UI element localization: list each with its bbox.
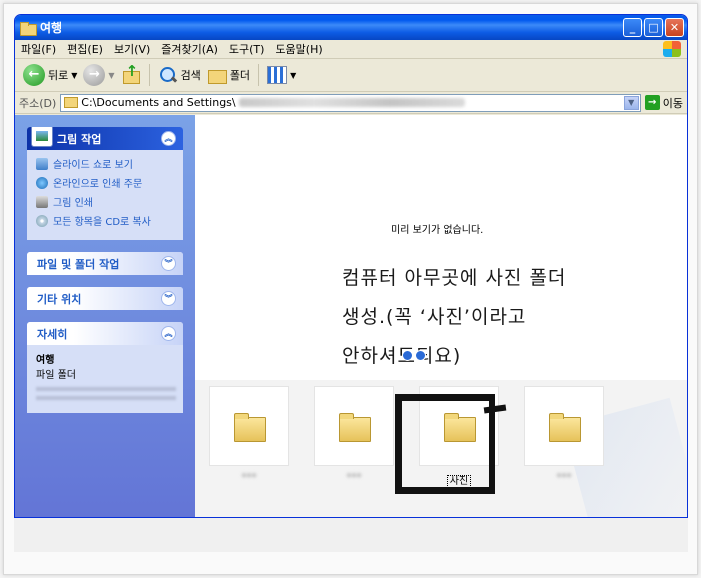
slideshow-icon [36,157,48,170]
forward-button[interactable]: → ▼ [83,64,115,86]
close-button[interactable]: ✕ [665,18,684,37]
menu-favorites[interactable]: 즐겨찾기(A) [161,41,218,57]
task-label: 온라인으로 인쇄 주문 [53,179,143,190]
other-places-header[interactable]: 기타 위치 ︾ [27,287,183,310]
folders-label: 폴더 [229,69,251,82]
title-bar[interactable]: 여행 _ □ ✕ [15,15,687,40]
folder-label: *** [241,472,257,483]
redacted-details [36,387,176,405]
task-copy-cd[interactable]: 모든 항목을 CD로 복사 [36,213,174,228]
collapse-icon[interactable]: ︽ [161,131,176,146]
file-folder-tasks-panel: 파일 및 폴더 작업 ︾ [27,252,183,275]
menu-bar: 파일(F) 편집(E) 보기(V) 즐겨찾기(A) 도구(T) 도움말(H) [15,40,687,59]
back-button[interactable]: ← 뒤로 ▼ [23,64,77,86]
chevron-down-icon[interactable]: ▼ [623,95,639,110]
details-header[interactable]: 자세히 ︽ [27,322,183,345]
toolbar: ← 뒤로 ▼ → ▼ 검색 폴더 ▼ [15,59,687,92]
search-button[interactable]: 검색 [158,65,201,85]
cd-icon [36,214,48,227]
chevron-down-icon[interactable]: ▼ [108,71,114,80]
folders-button[interactable]: 폴더 [207,65,250,85]
chevron-down-icon[interactable]: ▼ [290,71,296,80]
task-pane: 그림 작업 ︽ 슬라이드 쇼로 보기 온라인으로 인쇄 주문 그림 인쇄 모든 … [15,115,195,517]
details-type: 파일 폴더 [36,370,76,381]
go-arrow-icon: → [644,95,660,110]
folder-thumbnail[interactable] [524,386,604,466]
picture-tasks-title: 그림 작업 [57,132,102,146]
folder-icon [20,21,37,36]
picture-tasks-panel: 그림 작업 ︽ 슬라이드 쇼로 보기 온라인으로 인쇄 주문 그림 인쇄 모든 … [27,127,183,240]
expand-icon[interactable]: ︾ [161,256,176,271]
other-places-title: 기타 위치 [37,292,82,306]
search-icon [158,65,178,85]
go-button[interactable]: → 이동 [644,95,687,111]
file-folder-tasks-header[interactable]: 파일 및 폴더 작업 ︾ [27,252,183,275]
views-icon [267,66,288,84]
window-body: 그림 작업 ︽ 슬라이드 쇼로 보기 온라인으로 인쇄 주문 그림 인쇄 모든 … [15,115,687,517]
task-order-prints[interactable]: 온라인으로 인쇄 주문 [36,175,174,190]
back-label: 뒤로 [48,69,69,82]
folder-icon [339,413,371,442]
details-panel: 자세히 ︽ 여행 파일 폴더 [27,322,183,413]
folder-label: *** [556,472,572,483]
details-name: 여행 [36,355,55,366]
address-bar: 주소(D) C:\Documents and Settings\ ▼ → 이동 [15,92,687,114]
folder-icon [207,65,227,85]
expand-icon[interactable]: ︾ [161,291,176,306]
printer-icon [36,195,48,208]
collapse-icon[interactable]: ︽ [161,326,176,341]
task-label: 모든 항목을 CD로 복사 [53,217,151,228]
address-input[interactable]: C:\Documents and Settings\ ▼ [60,93,641,112]
folder-icon [64,97,79,108]
address-label: 주소(D) [19,96,57,110]
explorer-window: 여행 _ □ ✕ 파일(F) 편집(E) 보기(V) 즐겨찾기(A) 도구(T)… [14,14,688,518]
other-places-panel: 기타 위치 ︾ [27,287,183,310]
menu-help[interactable]: 도움말(H) [275,41,322,57]
menu-tools[interactable]: 도구(T) [229,41,265,57]
task-label: 그림 인쇄 [53,198,93,209]
task-slideshow[interactable]: 슬라이드 쇼로 보기 [36,156,174,171]
chevron-down-icon[interactable]: ▼ [71,71,77,80]
folder-label: *** [346,472,362,483]
toolbar-separator [258,64,260,86]
folder-thumbnail[interactable] [314,386,394,466]
details-body: 여행 파일 폴더 [27,345,183,413]
address-value: C:\Documents and Settings\ [81,96,236,109]
prev-icon[interactable] [402,350,413,361]
frame-bottom-margin [14,518,688,552]
menu-view[interactable]: 보기(V) [114,41,150,57]
annotation-line-1: 컴퓨터 아무곳에 사진 폴더 [342,267,567,289]
search-label: 검색 [180,69,201,82]
window-title: 여행 [40,21,63,35]
folder-icon [549,413,581,442]
folder-up-icon[interactable] [121,62,141,85]
filmstrip-nav[interactable] [402,350,426,361]
pictures-icon [31,127,53,147]
maximize-button[interactable]: □ [644,18,663,37]
folder-thumbnail[interactable] [209,386,289,466]
forward-arrow-icon: → [83,64,106,86]
globe-icon [36,176,48,189]
preview-message: 미리 보기가 없습니다. [391,225,484,236]
menu-edit[interactable]: 편집(E) [67,41,103,57]
minimize-button[interactable]: _ [623,18,642,37]
details-title: 자세히 [37,327,68,341]
next-icon[interactable] [415,350,426,361]
picture-tasks-list: 슬라이드 쇼로 보기 온라인으로 인쇄 주문 그림 인쇄 모든 항목을 CD로 … [27,150,183,240]
go-label: 이동 [662,96,683,110]
window-controls: _ □ ✕ [623,18,684,37]
toolbar-separator [148,64,150,86]
highlight-annotation-box [395,394,495,494]
menu-file[interactable]: 파일(F) [21,41,56,57]
views-button[interactable]: ▼ [267,66,296,84]
windows-logo-icon [663,41,681,57]
picture-tasks-header[interactable]: 그림 작업 ︽ [27,127,183,150]
redacted-path [238,98,465,107]
file-folder-tasks-title: 파일 및 폴더 작업 [37,257,120,271]
task-print[interactable]: 그림 인쇄 [36,194,174,209]
task-label: 슬라이드 쇼로 보기 [53,160,133,171]
folder-icon [234,413,266,442]
annotation-line-2: 생성.(꼭 ‘사진’이라고 [342,306,527,328]
back-arrow-icon: ← [23,64,45,86]
